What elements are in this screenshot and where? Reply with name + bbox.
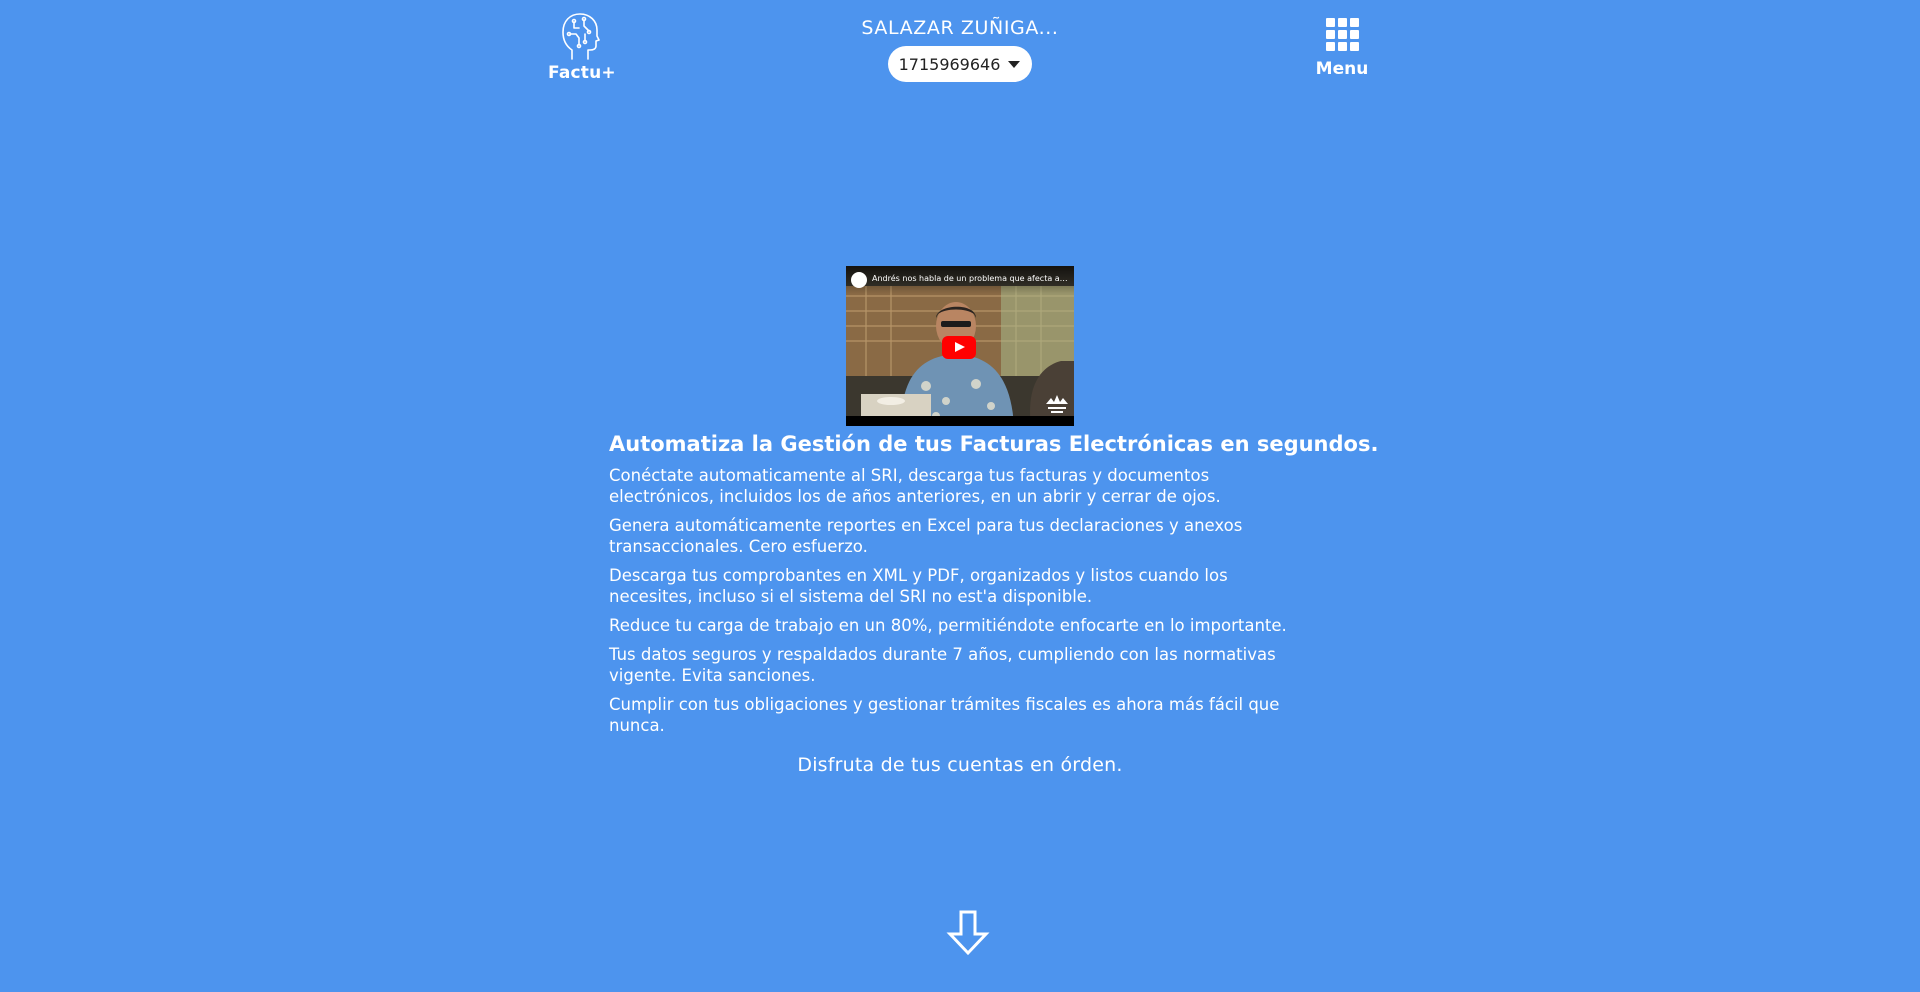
main-content: Automatiza la Gestión de tus Facturas El… (609, 428, 1379, 776)
feature-item: Tus datos seguros y respaldados durante … (609, 645, 1276, 685)
feature-item: Descarga tus comprobantes en XML y PDF, … (609, 566, 1228, 606)
chevron-down-icon (1008, 60, 1021, 68)
menu-button[interactable]: Menu (1310, 18, 1374, 79)
page: Factu+ SALAZAR ZUÑIGA... 1715969646 Menu (0, 0, 1920, 992)
ruc-value: 1715969646 (898, 54, 1001, 74)
youtube-video-embed[interactable]: Andrés nos habla de un problema que afec… (846, 266, 1074, 426)
feature-item: Conéctate automaticamente al SRI, descar… (609, 466, 1221, 506)
head-circuit-icon (562, 13, 600, 60)
brand-home-link[interactable]: Factu+ (548, 12, 616, 83)
ruc-dropdown[interactable]: 1715969646 (887, 46, 1033, 82)
channel-avatar-icon (851, 272, 867, 288)
grid-icon (1325, 18, 1359, 51)
brand-label: Factu+ (548, 63, 616, 83)
factu-logo-icon (1046, 395, 1068, 413)
tagline: Disfruta de tus cuentas en órden. (797, 754, 1123, 776)
header: Factu+ SALAZAR ZUÑIGA... 1715969646 Menu (0, 0, 1920, 100)
headline: Automatiza la Gestión de tus Facturas El… (609, 432, 1379, 456)
feature-item: Cumplir con tus obligaciones y gestionar… (609, 695, 1280, 735)
feature-item: Genera automáticamente reportes en Excel… (609, 516, 1243, 556)
account-selector: SALAZAR ZUÑIGA... 1715969646 (760, 16, 1160, 82)
account-name: SALAZAR ZUÑIGA... (861, 17, 1059, 39)
video-title: Andrés nos habla de un problema que afec… (872, 274, 1068, 283)
arrow-down-icon[interactable] (946, 910, 990, 956)
play-icon[interactable] (942, 336, 976, 359)
menu-label: Menu (1315, 59, 1369, 79)
feature-item: Reduce tu carga de trabajo en un 80%, pe… (609, 616, 1287, 635)
